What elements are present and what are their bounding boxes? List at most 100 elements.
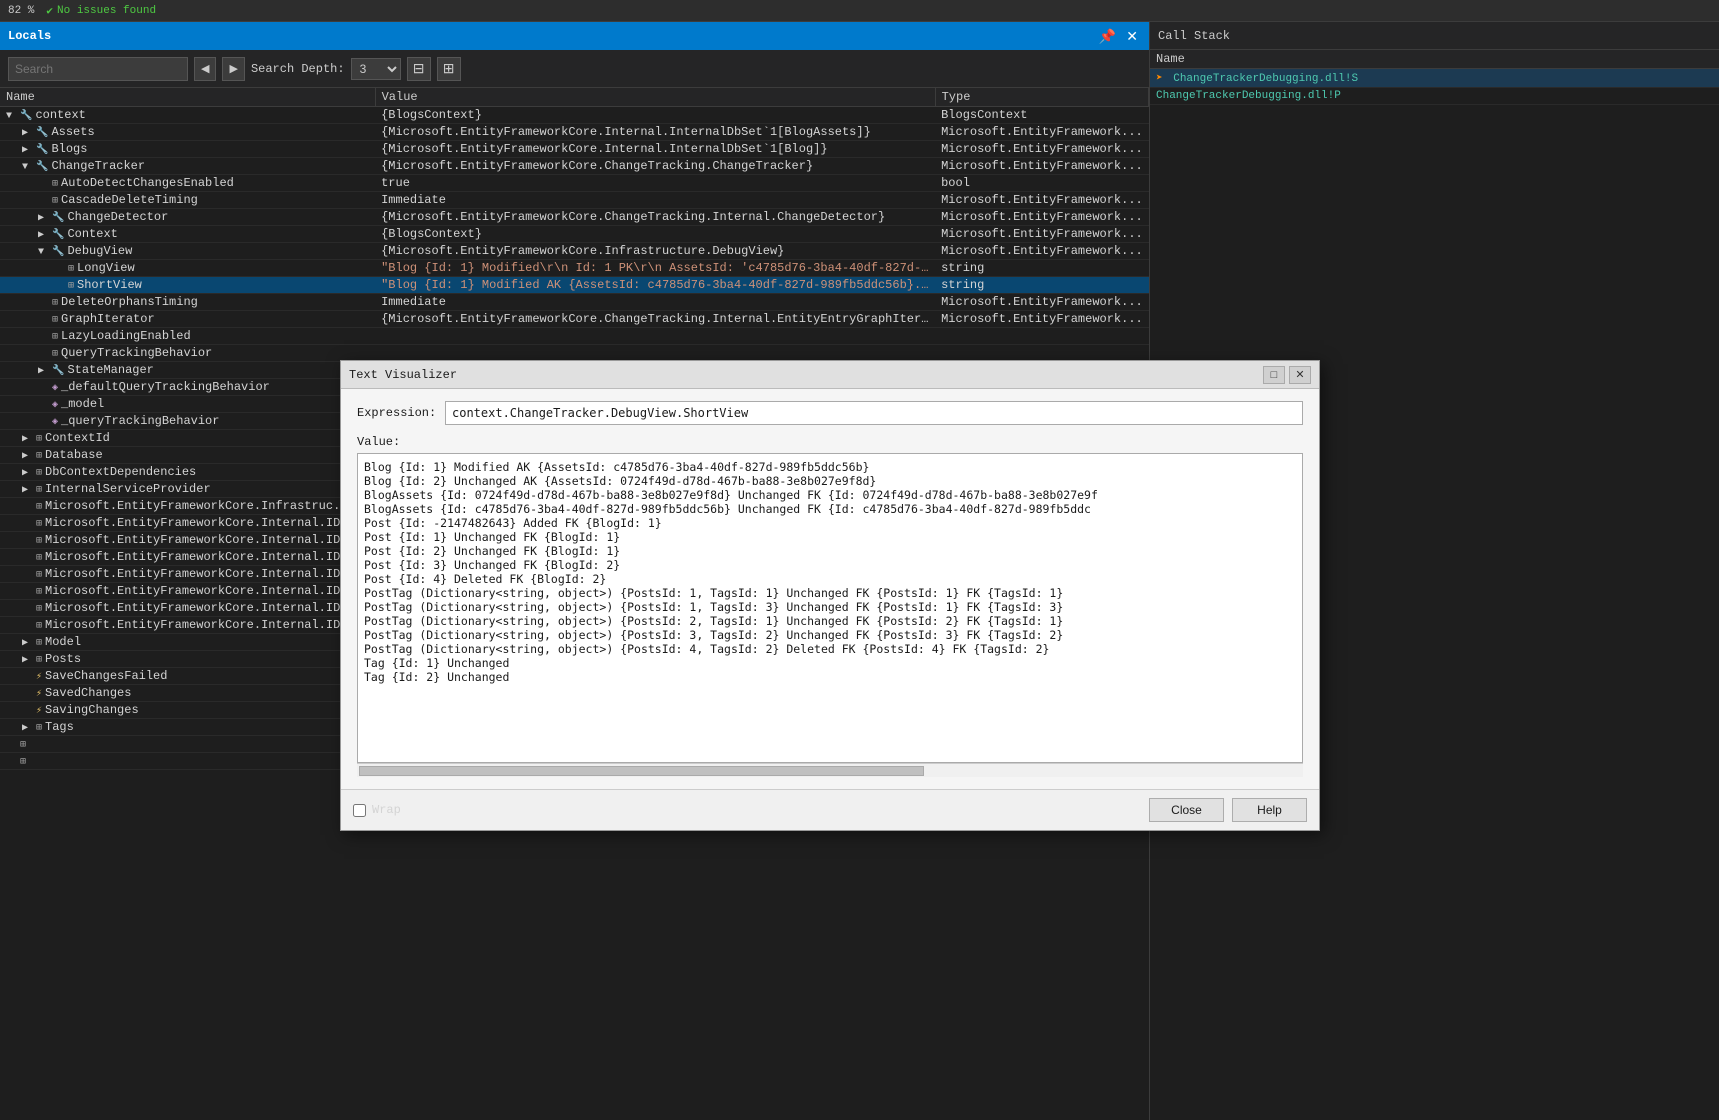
prop-icon: ⊞: [36, 637, 42, 649]
table-row[interactable]: ⊞ShortView"Blog {Id: 1} Modified AK {Ass…: [0, 277, 1149, 294]
event-icon: ⚡: [36, 671, 42, 683]
search-direction-forward[interactable]: ▶: [222, 57, 244, 81]
search-depth-select[interactable]: 3 1 2 4 5: [351, 58, 401, 80]
expand-arrow[interactable]: [22, 672, 36, 683]
close-button[interactable]: Close: [1149, 798, 1224, 822]
expand-arrow[interactable]: [38, 196, 52, 207]
row-name: CascadeDeleteTiming: [61, 193, 198, 207]
expand-arrow[interactable]: [22, 433, 36, 445]
expand-arrow[interactable]: [38, 247, 52, 258]
horizontal-scrollbar[interactable]: [357, 763, 1303, 777]
expand-arrow[interactable]: [6, 757, 20, 768]
search-input[interactable]: [8, 57, 188, 81]
table-row[interactable]: 🔧Blogs{Microsoft.EntityFrameworkCore.Int…: [0, 141, 1149, 158]
table-row[interactable]: ⊞LazyLoadingEnabled: [0, 328, 1149, 345]
modal-body: Expression: Value: Blog {Id: 1} Modified…: [341, 389, 1319, 789]
prop-icon: ⊞: [52, 195, 58, 207]
modal-maximize-button[interactable]: □: [1263, 366, 1285, 384]
expand-arrow[interactable]: [6, 111, 20, 122]
value-text-area[interactable]: Blog {Id: 1} Modified AK {AssetsId: c478…: [357, 453, 1303, 763]
expand-arrow[interactable]: [22, 519, 36, 530]
expand-arrow[interactable]: [54, 264, 68, 275]
modal-close-button[interactable]: ✕: [1289, 366, 1311, 384]
callstack-title: Call Stack: [1158, 29, 1230, 43]
expand-arrow[interactable]: [22, 570, 36, 581]
expand-arrow[interactable]: [22, 484, 36, 496]
expand-arrow[interactable]: [22, 127, 36, 139]
expand-arrow[interactable]: [6, 740, 20, 751]
callstack-item[interactable]: ChangeTrackerDebugging.dll!P: [1150, 88, 1719, 105]
expand-arrow[interactable]: [22, 637, 36, 649]
scrollbar-thumb[interactable]: [359, 766, 924, 776]
table-row[interactable]: ⊞CascadeDeleteTimingImmediateMicrosoft.E…: [0, 192, 1149, 209]
row-name: Tags: [45, 720, 74, 734]
table-row[interactable]: 🔧ChangeDetector{Microsoft.EntityFramewor…: [0, 209, 1149, 226]
expand-arrow[interactable]: [38, 298, 52, 309]
callstack-item[interactable]: ➤ ChangeTrackerDebugging.dll!S: [1150, 69, 1719, 88]
expand-arrow[interactable]: [38, 400, 52, 411]
row-name: Context: [67, 227, 117, 241]
table-row[interactable]: ⊞QueryTrackingBehavior: [0, 345, 1149, 362]
expand-arrow[interactable]: [38, 179, 52, 190]
row-value: Immediate: [375, 192, 935, 209]
expand-arrow[interactable]: [38, 349, 52, 360]
expand-arrow[interactable]: [22, 467, 36, 479]
row-name: InternalServiceProvider: [45, 482, 211, 496]
wrench-icon: 🔧: [52, 212, 64, 224]
expand-arrow[interactable]: [22, 587, 36, 598]
row-name: SavingChanges: [45, 703, 139, 717]
table-row[interactable]: 🔧ChangeTracker{Microsoft.EntityFramework…: [0, 158, 1149, 175]
callstack-col-name: Name: [1150, 50, 1719, 69]
locals-panel-header: Locals 📌 ✕: [0, 22, 1149, 50]
table-row[interactable]: 🔧Assets{Microsoft.EntityFrameworkCore.In…: [0, 124, 1149, 141]
expand-arrow[interactable]: [22, 722, 36, 734]
expression-label: Expression:: [357, 406, 437, 420]
row-name: AutoDetectChangesEnabled: [61, 176, 234, 190]
text-visualizer-dialog[interactable]: Text Visualizer □ ✕ Expression: Value: B…: [340, 360, 1320, 831]
expand-arrow[interactable]: [38, 229, 52, 241]
expand-arrow[interactable]: [38, 365, 52, 377]
row-name: SaveChangesFailed: [45, 669, 167, 683]
expand-arrow[interactable]: [22, 621, 36, 632]
close-button[interactable]: ✕: [1123, 28, 1141, 45]
table-row[interactable]: ⊞LongView"Blog {Id: 1} Modified\r\n Id: …: [0, 260, 1149, 277]
expand-arrow[interactable]: [38, 417, 52, 428]
wrench-icon: 🔧: [36, 127, 48, 139]
row-name: context: [35, 108, 85, 122]
expand-arrow[interactable]: [38, 332, 52, 343]
expand-arrow[interactable]: [22, 689, 36, 700]
expand-arrow[interactable]: [22, 536, 36, 547]
expand-arrow[interactable]: [38, 383, 52, 394]
expand-arrow[interactable]: [22, 162, 36, 173]
wrap-checkbox[interactable]: [353, 804, 366, 817]
expand-arrow[interactable]: [22, 144, 36, 156]
expand-arrow[interactable]: [38, 212, 52, 224]
expand-arrow[interactable]: [38, 315, 52, 326]
table-row[interactable]: 🔧context{BlogsContext}BlogsContext: [0, 107, 1149, 124]
search-direction-back[interactable]: ◀: [194, 57, 216, 81]
expand-all-button[interactable]: ⊞: [437, 57, 461, 81]
help-button[interactable]: Help: [1232, 798, 1307, 822]
zoom-level: 82 %: [8, 5, 34, 17]
expand-arrow[interactable]: [22, 654, 36, 666]
expression-input[interactable]: [445, 401, 1303, 425]
wrench-icon: 🔧: [52, 365, 64, 377]
modal-title: Text Visualizer: [349, 368, 1263, 382]
expand-arrow[interactable]: [22, 553, 36, 564]
expand-arrow[interactable]: [54, 281, 68, 292]
pin-button[interactable]: 📌: [1096, 28, 1119, 45]
expand-arrow[interactable]: [22, 450, 36, 462]
prop-icon: ⊞: [20, 756, 26, 768]
row-name: Model: [45, 635, 81, 649]
table-row[interactable]: 🔧Context{BlogsContext}Microsoft.EntityFr…: [0, 226, 1149, 243]
row-name: Microsoft.EntityFrameworkCore.Internal.I…: [45, 533, 369, 547]
table-row[interactable]: ⊞DeleteOrphansTimingImmediateMicrosoft.E…: [0, 294, 1149, 311]
table-row[interactable]: ⊞GraphIterator{Microsoft.EntityFramework…: [0, 311, 1149, 328]
expand-arrow[interactable]: [22, 502, 36, 513]
expand-arrow[interactable]: [22, 604, 36, 615]
filter-button[interactable]: ⊟: [407, 57, 431, 81]
row-name: DbContextDependencies: [45, 465, 196, 479]
table-row[interactable]: 🔧DebugView{Microsoft.EntityFrameworkCore…: [0, 243, 1149, 260]
table-row[interactable]: ⊞AutoDetectChangesEnabledtruebool: [0, 175, 1149, 192]
expand-arrow[interactable]: [22, 706, 36, 717]
